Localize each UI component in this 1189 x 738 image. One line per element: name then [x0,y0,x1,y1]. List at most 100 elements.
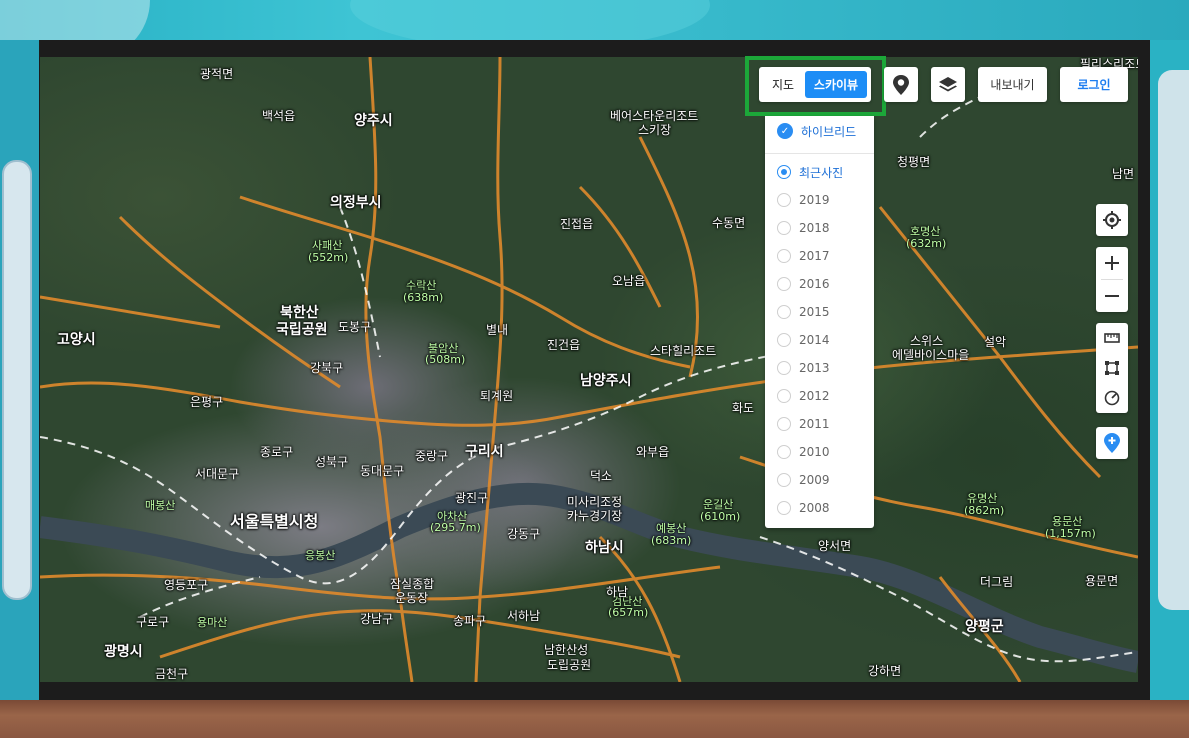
zoom-in-button[interactable] [1096,247,1128,279]
map-label-gwangmyeong: 광명시 [104,644,143,660]
map-label-hwado: 화도 [732,401,755,415]
map-label-guro: 구로구 [136,615,170,629]
year-label: 2011 [799,417,830,431]
divider [765,153,874,154]
area-button[interactable] [1096,353,1128,383]
add-pin-icon [1096,427,1128,459]
map-label-gwangjin: 광진구 [455,491,489,505]
zoom-out-button[interactable] [1096,280,1128,312]
radio-icon [777,305,791,319]
mountain-yebong-height: (683m) [651,534,692,547]
mountain-acha-height: (295.7m) [430,521,481,534]
mountain-yongmun-height: (1,157m) [1045,527,1096,540]
map-label-misari-2: 카누경기장 [567,509,623,523]
mountain-eungbong: 응봉산 [305,549,336,562]
login-button[interactable]: 로그인 [1060,67,1128,102]
year-option-recent[interactable]: 최근사진 [777,162,843,182]
mountain-sapae-height: (552m) [308,251,349,264]
map-label-hanam-small: 하남 [606,585,629,599]
year-option[interactable]: 2011 [777,414,830,434]
map-label-dobong: 도봉구 [338,320,372,334]
map-label-elysian-2: 스키장 [638,123,672,137]
year-option[interactable]: 2013 [777,358,830,378]
area-icon [1105,361,1119,375]
roadview-button[interactable] [884,67,918,102]
year-option[interactable]: 2008 [777,498,830,518]
map-view-button[interactable]: 지도 [765,72,801,97]
ruler-icon [1104,333,1120,343]
year-option[interactable]: 2009 [777,470,830,490]
radio-icon [777,277,791,291]
year-option[interactable]: 2018 [777,218,830,238]
year-option[interactable]: 2014 [777,330,830,350]
radio-icon [777,417,791,431]
map-label-seoul-city-hall: 서울특별시청 [230,512,319,531]
radio-icon [777,501,791,515]
radio-icon [777,473,791,487]
crosshair-icon [1096,204,1128,236]
minus-icon [1105,295,1119,297]
year-option[interactable]: 2016 [777,274,830,294]
hybrid-option[interactable]: ✓ 하이브리드 [777,121,856,141]
map-label-yeongdeungpo: 영등포구 [164,578,209,592]
map-label-yangseo: 양서면 [818,539,852,553]
check-icon: ✓ [777,123,793,139]
add-place-button[interactable] [1096,427,1128,459]
hybrid-label: 하이브리드 [801,124,857,139]
year-label: 2017 [799,249,830,263]
map-label-geumcheon: 금천구 [155,667,189,681]
radio-icon [777,361,791,375]
map-label-guri: 구리시 [465,444,504,460]
map-label-jinjeop: 진접읍 [560,217,594,231]
year-option[interactable]: 2012 [777,386,830,406]
radio-icon [777,193,791,207]
map-label-namyangju: 남양주시 [580,373,632,389]
map-label-songpa: 송파구 [453,614,487,628]
year-option[interactable]: 2010 [777,442,830,462]
year-option[interactable]: 2019 [777,190,830,210]
map-label-jamsil-2: 운동장 [395,591,429,605]
map-label-wabu: 와부읍 [636,445,670,459]
map-label-gangha: 강하면 [868,664,902,678]
year-label: 2014 [799,333,830,347]
background-left-panel [2,160,32,600]
radius-button[interactable] [1096,383,1128,413]
map-label-gwangjeok: 광적면 [200,67,234,81]
map-label-yangpyeong: 양평군 [965,619,1004,635]
map-label-jongno: 종로구 [260,445,294,459]
map-label-jingeon: 진건읍 [547,338,581,352]
mountain-homyeong-height: (632m) [906,237,947,250]
map-label-gangbuk: 강북구 [310,361,344,375]
compass-icon [1104,390,1120,406]
roadview-icon [893,74,909,95]
year-label: 2018 [799,221,830,235]
distance-button[interactable] [1096,323,1128,353]
export-button[interactable]: 내보내기 [978,67,1047,102]
map-type-toggle: 지도 스카이뷰 [759,67,871,102]
current-location-button[interactable] [1096,204,1128,236]
skyview-button[interactable]: 스카이뷰 [805,71,867,98]
map-label-namhansan-2: 도립공원 [547,658,592,672]
year-option[interactable]: 2017 [777,246,830,266]
mountain-surak-height: (638m) [403,291,444,304]
map-label-jungnang: 중랑구 [415,449,449,463]
mountain-yumyeong-height: (862m) [964,504,1005,517]
year-label: 2010 [799,445,830,459]
mountain-geomdan-height: (657m) [608,606,649,619]
map-label-seorak: 설악 [984,335,1007,349]
satellite-map[interactable]: 양주시 의정부시 고양시 서울특별시청 구리시 남양주시 하남시 광명시 양평군… [40,57,1138,682]
plus-icon [1105,256,1119,270]
map-label-yangju: 양주시 [354,113,393,129]
background-desk [0,700,1189,738]
mountain-ungil-height: (610m) [700,510,741,523]
map-label-uijeongbu: 의정부시 [330,195,382,211]
radio-icon [777,445,791,459]
radio-icon [777,249,791,263]
year-label: 2009 [799,473,830,487]
map-label-dongdaemun: 동대문구 [360,464,405,478]
year-option[interactable]: 2015 [777,302,830,322]
layers-button[interactable] [931,67,965,102]
year-label: 2008 [799,501,830,515]
year-label: 2016 [799,277,830,291]
map-label-onam: 오남읍 [612,274,646,288]
